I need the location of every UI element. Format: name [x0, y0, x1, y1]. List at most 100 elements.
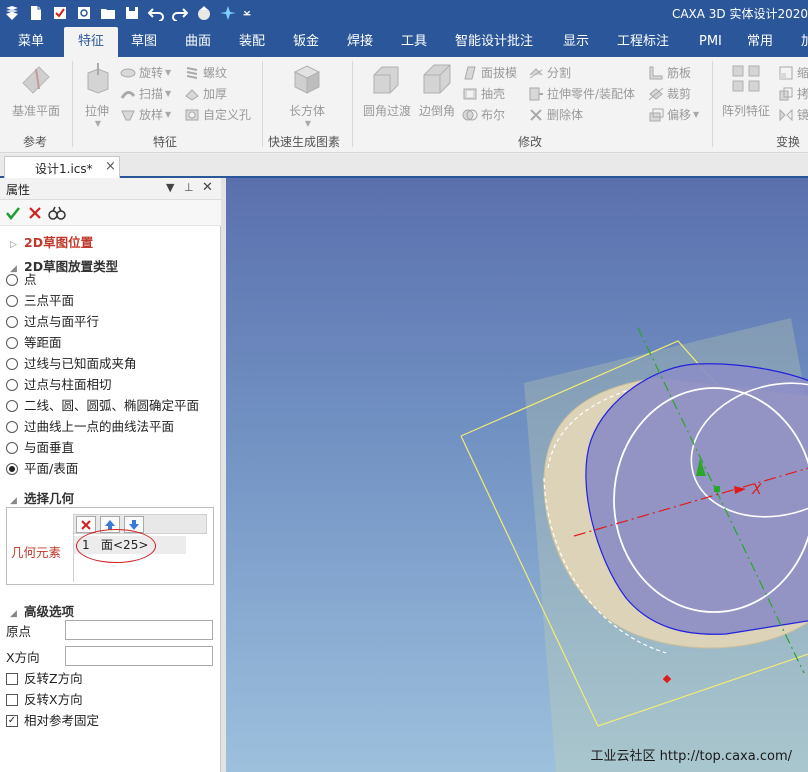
tab-smart-design-annotation[interactable]: 智能设计批注 — [455, 27, 533, 57]
sweep-dropdown-icon[interactable]: ▼ — [165, 84, 171, 104]
tab-assembly[interactable]: 装配 — [239, 27, 265, 57]
thread-button[interactable]: 螺纹 — [184, 63, 227, 83]
radio-button[interactable] — [6, 442, 18, 454]
extrude-dropdown-icon[interactable]: ▼ — [80, 119, 116, 128]
radio-button[interactable] — [6, 337, 18, 349]
offset-dropdown-icon[interactable]: ▼ — [693, 105, 699, 125]
radio-button[interactable] — [6, 358, 18, 370]
radio-button[interactable] — [6, 379, 18, 391]
loft-dropdown-icon[interactable]: ▼ — [165, 105, 171, 125]
scale-button[interactable]: 缩 — [778, 63, 808, 83]
pattern-feature-button[interactable]: 阵列特征 — [718, 63, 774, 119]
delete-body-button[interactable]: 删除体 — [528, 105, 583, 125]
panel-action-bar — [0, 200, 221, 226]
draft-button[interactable]: 面拔模 — [462, 63, 517, 83]
checkbox[interactable] — [6, 673, 18, 685]
document-tab[interactable]: 设计1.ics* × — [4, 156, 120, 178]
placement-option[interactable]: 过点与面平行 — [6, 312, 99, 332]
tab-sheet-metal[interactable]: 钣金 — [293, 27, 319, 57]
radio-button[interactable] — [6, 274, 18, 286]
app-logo-icon[interactable] — [2, 3, 22, 23]
tab-surface[interactable]: 曲面 — [185, 27, 211, 57]
section-advanced-options[interactable]: ◢ 高级选项 — [10, 601, 74, 620]
3d-scene[interactable]: X — [226, 178, 808, 772]
mirror-button[interactable]: 镜 — [778, 105, 808, 125]
revolve-dropdown-icon[interactable]: ▼ — [165, 63, 171, 83]
redo-icon[interactable] — [170, 3, 190, 23]
tab-tools[interactable]: 工具 — [401, 27, 427, 57]
placement-option[interactable]: 等距面 — [6, 333, 62, 353]
thicken-button[interactable]: 加厚 — [184, 84, 227, 104]
reverse-x-checkbox-row[interactable]: 反转X方向 — [6, 690, 83, 710]
close-icon[interactable]: × — [105, 159, 116, 174]
tab-engineering-annotation[interactable]: 工程标注 — [617, 27, 669, 57]
radio-button[interactable] — [6, 295, 18, 307]
x-direction-input[interactable] — [65, 646, 213, 666]
extrude-button[interactable]: 拉伸 ▼ — [78, 63, 116, 128]
radio-button[interactable] — [6, 400, 18, 412]
tab-pmi[interactable]: PMI — [699, 27, 722, 57]
trim-button[interactable]: 裁剪 — [648, 84, 691, 104]
remove-item-button[interactable] — [76, 516, 96, 533]
chamfer-button[interactable]: 边倒角 — [416, 63, 458, 119]
fillet-button[interactable]: 圆角过渡 — [360, 63, 414, 119]
offset-button[interactable]: 偏移 ▼ — [648, 105, 699, 125]
properties-panel: 属性 ▼ ⊥ ✕ ▷ 2D草图位置 ◢ 2D草图放置类型 点 三点平面 过点与面平行… — [0, 178, 221, 772]
checkbox-checked[interactable]: ✓ — [6, 715, 18, 727]
custom-hole-button[interactable]: 自定义孔 — [184, 105, 251, 125]
section-2d-sketch-position[interactable]: ▷ 2D草图位置 — [10, 232, 93, 251]
radio-button-checked[interactable] — [6, 463, 18, 475]
cuboid-dropdown-icon[interactable]: ▼ — [282, 119, 334, 128]
reverse-z-checkbox-row[interactable]: 反转Z方向 — [6, 669, 83, 689]
dropdown-icon[interactable]: ▼ — [166, 181, 174, 194]
sweep-button[interactable]: 扫描 ▼ — [120, 84, 171, 104]
radio-button[interactable] — [6, 316, 18, 328]
tab-welding[interactable]: 焊接 — [347, 27, 373, 57]
split-button[interactable]: 分割 — [528, 63, 571, 83]
geometry-list-row[interactable]: 1 面<25> — [74, 529, 186, 563]
undo-icon[interactable] — [146, 3, 166, 23]
pin-icon[interactable]: ⊥ — [184, 181, 194, 194]
cancel-icon[interactable] — [27, 205, 43, 221]
placement-option[interactable]: 与面垂直 — [6, 438, 74, 458]
cuboid-button[interactable]: 长方体 ▼ — [280, 63, 334, 128]
section-select-geometry[interactable]: ◢ 选择几何 — [10, 488, 74, 507]
loft-button[interactable]: 放样 ▼ — [120, 105, 171, 125]
tab-sketch[interactable]: 草图 — [131, 27, 157, 57]
placement-option[interactable]: 三点平面 — [6, 291, 74, 311]
placement-option[interactable]: 过线与已知面成夹角 — [6, 354, 137, 374]
tab-display[interactable]: 显示 — [563, 27, 589, 57]
tab-common[interactable]: 常用 — [747, 27, 773, 57]
copy-button[interactable]: 拷 — [778, 84, 808, 104]
open-folder-icon[interactable] — [98, 3, 118, 23]
smart-icon[interactable] — [218, 3, 238, 23]
extrude-to-part-button[interactable]: 拉伸零件/装配体 — [528, 84, 635, 104]
shell-button[interactable]: 抽壳 — [462, 84, 505, 104]
tab-more[interactable]: 加 — [801, 27, 808, 57]
revolve-button[interactable]: 旋转 ▼ — [120, 63, 171, 83]
placement-option[interactable]: 二线、圆、圆弧、椭圆确定平面 — [6, 396, 199, 416]
datum-plane-button[interactable]: 基准平面 — [8, 63, 64, 119]
customize-dropdown-icon[interactable] — [240, 3, 254, 23]
print-preview-icon[interactable] — [74, 3, 94, 23]
boolean-button[interactable]: 布尔 — [462, 105, 505, 125]
placement-option[interactable]: 过点与柱面相切 — [6, 375, 112, 395]
placement-option[interactable]: 过曲线上一点的曲线法平面 — [6, 417, 174, 437]
rib-button[interactable]: 筋板 — [648, 63, 691, 83]
new-file-icon[interactable] — [26, 3, 46, 23]
preview-icon[interactable] — [48, 205, 66, 221]
material-ball-icon[interactable] — [194, 3, 214, 23]
origin-input[interactable] — [65, 620, 213, 640]
placement-option[interactable]: 点 — [6, 270, 37, 290]
tab-feature[interactable]: 特征 — [64, 27, 118, 57]
save-icon[interactable] — [122, 3, 142, 23]
tab-menu[interactable]: 菜单 — [18, 27, 44, 57]
checkbox[interactable] — [6, 694, 18, 706]
3d-viewport[interactable]: X 工业云社区 http://top.caxa.com/ — [226, 178, 808, 772]
template-icon[interactable] — [50, 3, 70, 23]
relative-reference-fixed-checkbox-row[interactable]: ✓ 相对参考固定 — [6, 711, 99, 731]
close-icon[interactable]: ✕ — [202, 180, 213, 195]
confirm-icon[interactable] — [5, 205, 21, 221]
placement-option-selected[interactable]: 平面/表面 — [6, 459, 78, 479]
radio-button[interactable] — [6, 421, 18, 433]
